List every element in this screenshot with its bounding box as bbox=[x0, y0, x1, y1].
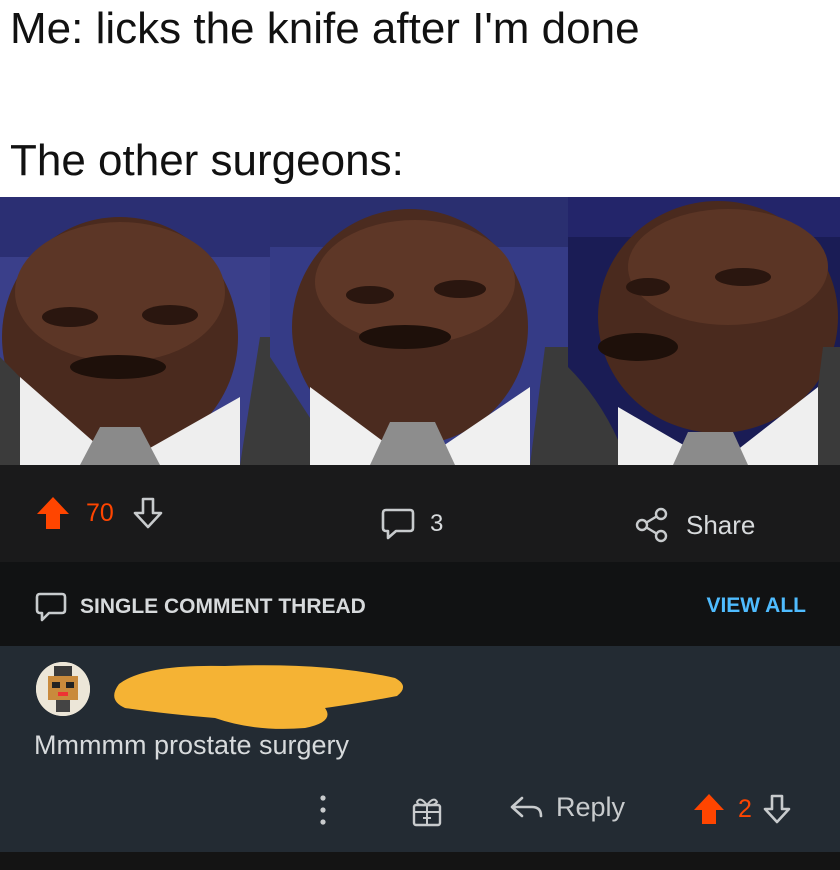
more-options-button[interactable] bbox=[316, 792, 330, 828]
downvote-arrow-icon[interactable] bbox=[762, 793, 792, 825]
comment-body: Mmmmm prostate surgery bbox=[34, 730, 350, 760]
comment-count: 3 bbox=[430, 510, 444, 537]
thread-label: SINGLE COMMENT THREAD bbox=[80, 595, 366, 618]
meme-photo-panel-3 bbox=[568, 197, 840, 465]
meme-photo-panel-1 bbox=[0, 197, 270, 465]
chat-bubble-icon bbox=[34, 590, 68, 624]
meme-caption-line1: Me: licks the knife after I'm done bbox=[10, 4, 640, 53]
upvote-count: 70 bbox=[86, 498, 114, 527]
single-comment-thread-header: SINGLE COMMENT THREAD bbox=[34, 590, 366, 624]
meme-caption-line2: The other surgeons: bbox=[10, 136, 404, 185]
reply-button[interactable]: Reply bbox=[508, 792, 625, 823]
meme-photo-panel-2 bbox=[270, 197, 568, 465]
bottom-divider bbox=[0, 852, 840, 870]
comment-vote-count: 2 bbox=[738, 794, 752, 823]
reply-arrow-icon bbox=[508, 793, 544, 823]
user-avatar[interactable] bbox=[36, 662, 90, 716]
upvote-arrow-icon[interactable] bbox=[692, 792, 726, 826]
comment-bubble-icon bbox=[380, 506, 416, 542]
more-dots-icon bbox=[316, 792, 330, 828]
give-award-button[interactable] bbox=[410, 794, 444, 828]
reply-label: Reply bbox=[556, 792, 626, 822]
meme-image[interactable]: Me: licks the knife after I'm done The o… bbox=[0, 0, 840, 465]
downvote-arrow-icon[interactable] bbox=[132, 496, 164, 530]
award-gift-icon bbox=[410, 794, 444, 828]
view-all-link[interactable]: VIEW ALL bbox=[706, 594, 806, 618]
username-redaction-scribble bbox=[105, 656, 415, 741]
share-button[interactable]: Share bbox=[632, 505, 755, 545]
meme-photo-panels bbox=[0, 197, 840, 465]
post-vote-group: 70 bbox=[34, 494, 164, 532]
comment-vote-group: 2 bbox=[692, 792, 792, 826]
share-label: Share bbox=[686, 509, 756, 540]
share-icon bbox=[632, 505, 672, 545]
post-comments-button[interactable]: 3 bbox=[380, 506, 443, 542]
upvote-arrow-icon[interactable] bbox=[34, 494, 72, 532]
